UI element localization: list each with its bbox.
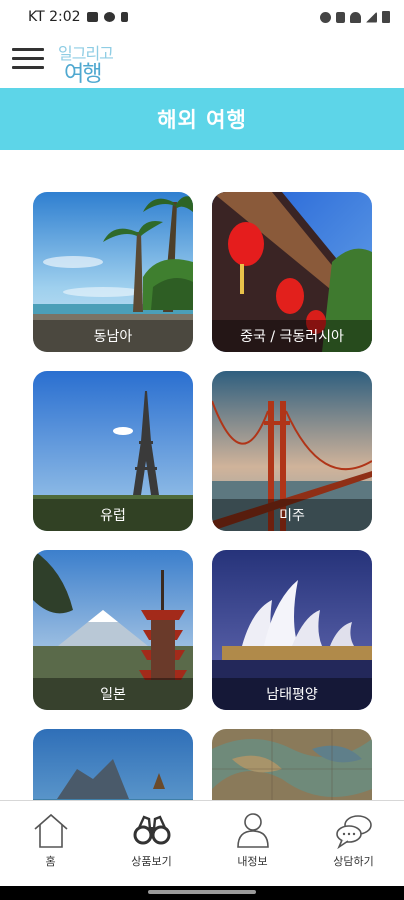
destination-card-china-far-east-russia[interactable]: 중국 / 극동러시아 — [212, 192, 372, 352]
nav-label-consult: 상담하기 — [333, 855, 374, 868]
mountain-coast-image — [33, 729, 193, 800]
image-icon — [86, 12, 98, 22]
destination-label: 유럽 — [33, 499, 193, 531]
destination-card-japan[interactable]: 일본 — [33, 550, 193, 710]
nav-my-info[interactable]: 내정보 — [202, 801, 303, 886]
hamburger-menu-icon[interactable] — [12, 46, 44, 72]
wifi-icon — [350, 11, 361, 23]
status-left: KT 2:02 — [28, 9, 128, 25]
usb-icon — [120, 12, 128, 22]
alarm-icon — [320, 11, 331, 23]
status-right — [320, 11, 390, 23]
destination-card-southeast-asia[interactable]: 동남아 — [33, 192, 193, 352]
vibrate-icon — [336, 11, 345, 23]
status-bar: KT 2:02 — [0, 0, 404, 34]
status-time: KT 2:02 — [28, 9, 81, 25]
nav-home[interactable]: 홈 — [0, 801, 101, 886]
destination-card-south-pacific[interactable]: 남태평양 — [212, 550, 372, 710]
destination-card-europe[interactable]: 유럽 — [33, 371, 193, 531]
nav-label-products: 상품보기 — [131, 855, 172, 868]
nav-products[interactable]: 상품보기 — [101, 801, 202, 886]
destination-card-7[interactable] — [33, 729, 193, 800]
system-gesture-bar — [0, 886, 404, 900]
bottom-nav: 홈 상품보기 내정보 상담하기 — [0, 800, 404, 886]
logo-line2: 여행 — [64, 62, 103, 87]
nav-label-home: 홈 — [45, 855, 56, 868]
page-title: 해외 여행 — [157, 108, 247, 132]
destination-grid: 동남아 중국 / 극동러시아 유럽 미주 일본 남태평양 — [0, 150, 404, 800]
destination-label: 중국 / 극동러시아 — [212, 320, 372, 352]
destination-card-8[interactable] — [212, 729, 372, 800]
app-logo[interactable]: 일그리고 여행 — [58, 40, 118, 87]
nav-consult[interactable]: 상담하기 — [303, 801, 404, 886]
title-banner: 해외 여행 — [0, 88, 404, 150]
app-header: 일그리고 여행 — [0, 34, 404, 88]
home-gesture-handle[interactable] — [148, 890, 256, 894]
battery-icon — [382, 11, 390, 23]
binoculars-icon — [133, 815, 170, 845]
destination-card-americas[interactable]: 미주 — [212, 371, 372, 531]
nav-label-my-info: 내정보 — [237, 855, 268, 868]
home-icon — [33, 813, 68, 848]
chat-icon — [335, 815, 372, 849]
destination-label: 일본 — [33, 678, 193, 710]
message-icon — [103, 12, 115, 22]
old-map-image — [212, 729, 372, 800]
user-icon — [236, 813, 269, 848]
destination-label: 미주 — [212, 499, 372, 531]
signal-icon — [366, 11, 377, 23]
destination-label: 동남아 — [33, 320, 193, 352]
destination-label: 남태평양 — [212, 678, 372, 710]
